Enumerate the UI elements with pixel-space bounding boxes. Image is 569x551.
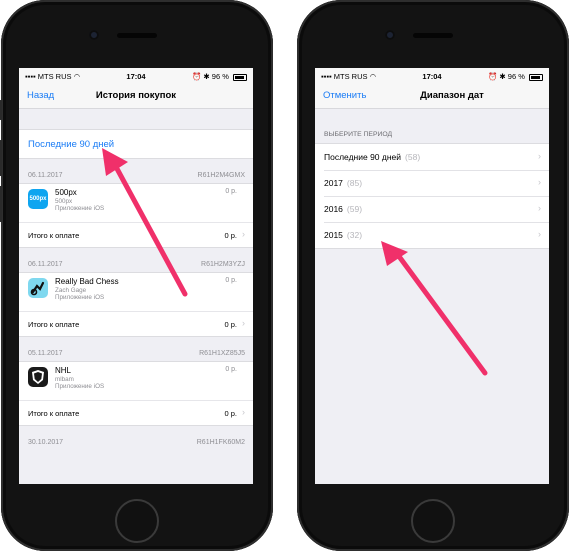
item-type: Приложение iOS — [55, 205, 105, 212]
left-phone: ▪▪▪▪ MTS RUS ◠ 17:04 ⏰ ✱ 96 % Назад Исто… — [0, 0, 273, 551]
battery-status: ⏰ ✱ 96 % — [488, 72, 543, 81]
total-label: Итого к оплате — [28, 409, 80, 418]
purchase-item[interactable]: 500px 500px 500px Приложение iOS 0 р. — [19, 183, 253, 222]
app-name: 500px — [55, 188, 77, 197]
chevron-right-icon: › — [538, 177, 541, 187]
chevron-right-icon: › — [538, 203, 541, 213]
app-name: NHL — [55, 366, 72, 375]
period-label: 2017 — [324, 178, 343, 188]
purchase-header: 06.11.2017 R61H2M4GMX — [19, 159, 253, 183]
purchase-header: 06.11.2017 R61H2M3YZJ — [19, 248, 253, 272]
front-camera — [385, 30, 395, 40]
earpiece-speaker — [413, 33, 453, 38]
alarm-icon: ⏰ — [191, 72, 202, 81]
home-button[interactable] — [115, 499, 159, 543]
total-row[interactable]: Итого к оплате 0 р. › — [19, 400, 253, 426]
period-count: (59) — [346, 204, 363, 214]
date-range-screen: ▪▪▪▪ MTS RUS ◠ 17:04 ⏰ ✱ 96 % Отменить Д… — [315, 68, 549, 484]
front-camera — [89, 30, 99, 40]
purchase-header: 05.11.2017 R61H1XZ85J5 — [19, 337, 253, 361]
total-value: 0 р. — [224, 320, 237, 329]
volume-up-button — [0, 140, 2, 176]
period-label: Последние 90 дней — [324, 152, 402, 162]
nhl-app-icon — [28, 367, 48, 387]
purchase-history-screen: ▪▪▪▪ MTS RUS ◠ 17:04 ⏰ ✱ 96 % Назад Исто… — [19, 68, 253, 484]
page-title: Диапазон дат — [420, 90, 484, 101]
mute-switch — [0, 100, 2, 120]
chevron-right-icon: › — [538, 229, 541, 239]
section-header: ВЫБЕРИТЕ ПЕРИОД — [324, 131, 393, 138]
chevron-right-icon: › — [242, 229, 245, 239]
period-list: Последние 90 дней (58) › 2017 (85) › 2016(… — [315, 143, 549, 249]
order-id: R61H1XZ85J5 — [199, 350, 245, 357]
period-count: (32) — [346, 230, 363, 240]
battery-status: ⏰ ✱ 96 % — [192, 72, 247, 81]
battery-percent: 96 % — [211, 72, 229, 81]
chevron-right-icon: › — [242, 407, 245, 417]
navigation-bar: Отменить Диапазон дат — [315, 84, 549, 109]
purchase-date: 06.11.2017 — [28, 261, 63, 268]
500px-app-icon: 500px — [28, 189, 48, 209]
purchase-header: 30.10.2017 R61H1FK60M2 — [19, 426, 253, 450]
period-option[interactable]: 2015 (32) › — [315, 222, 549, 248]
total-label: Итого к оплате — [28, 320, 80, 329]
period-count: (58) — [405, 152, 421, 162]
navigation-bar: Назад История покупок — [19, 84, 253, 109]
alarm-icon: ⏰ — [487, 72, 498, 81]
bluetooth-icon: ✱ — [499, 72, 506, 81]
really-bad-chess-app-icon — [28, 278, 48, 298]
order-id: R61H2M4GMX — [197, 172, 245, 179]
order-id: R61H2M3YZJ — [201, 261, 245, 268]
status-bar: ▪▪▪▪ MTS RUS ◠ 17:04 ⏰ ✱ 96 % — [19, 68, 253, 84]
purchase-date: 30.10.2017 — [28, 439, 64, 446]
chevron-right-icon: › — [242, 318, 245, 328]
right-phone: ▪▪▪▪ MTS RUS ◠ 17:04 ⏰ ✱ 96 % Отменить Д… — [297, 0, 569, 551]
earpiece-speaker — [117, 33, 157, 38]
app-name: Really Bad Chess — [55, 277, 119, 286]
battery-percent: 96 % — [507, 72, 525, 81]
purchase-group: 05.11.2017 R61H1XZ85J5 NHL mlbam Приложе… — [19, 337, 253, 426]
item-type: Приложение iOS — [55, 383, 105, 390]
date-range-filter[interactable]: Последние 90 дней — [19, 129, 253, 159]
period-count: (85) — [346, 178, 363, 188]
period-label: 2016 — [324, 204, 343, 214]
purchase-group: 06.11.2017 R61H2M4GMX 500px 500px 500px … — [19, 159, 253, 248]
home-button[interactable] — [411, 499, 455, 543]
purchase-date: 05.11.2017 — [28, 350, 63, 357]
status-bar: ▪▪▪▪ MTS RUS ◠ 17:04 ⏰ ✱ 96 % — [315, 68, 549, 84]
item-price: 0 р. — [225, 277, 237, 284]
item-price: 0 р. — [225, 188, 237, 195]
page-title: История покупок — [95, 90, 177, 101]
purchase-group: 06.11.2017 R61H2M3YZJ Really Bad Chess Z… — [19, 248, 253, 337]
item-type: Приложение iOS — [55, 294, 105, 301]
period-option[interactable]: Последние 90 дней (58) › — [315, 144, 549, 170]
purchase-item[interactable]: Really Bad Chess Zach Gage Приложение iO… — [19, 272, 253, 311]
total-label: Итого к оплате — [28, 231, 80, 240]
battery-icon — [529, 73, 543, 81]
volume-down-button — [0, 186, 2, 222]
purchase-item[interactable]: NHL mlbam Приложение iOS 0 р. — [19, 361, 253, 400]
developer-name: 500px — [55, 198, 73, 205]
developer-name: Zach Gage — [55, 287, 87, 294]
period-option[interactable]: 2017 (85) › — [315, 170, 549, 196]
total-value: 0 р. — [224, 231, 237, 240]
item-price: 0 р. — [225, 366, 237, 373]
order-id: R61H1FK60M2 — [196, 439, 245, 446]
total-row[interactable]: Итого к оплате 0 р. › — [19, 311, 253, 337]
period-option[interactable]: 2016 (59) › — [315, 196, 549, 222]
total-value: 0 р. — [224, 409, 237, 418]
total-row[interactable]: Итого к оплате 0 р. › — [19, 222, 253, 248]
battery-icon — [233, 73, 247, 81]
bluetooth-icon: ✱ — [203, 72, 210, 81]
chevron-right-icon: › — [538, 151, 541, 161]
developer-name: mlbam — [55, 376, 74, 383]
period-label: 2015 — [324, 230, 343, 240]
purchase-date: 06.11.2017 — [28, 172, 63, 179]
